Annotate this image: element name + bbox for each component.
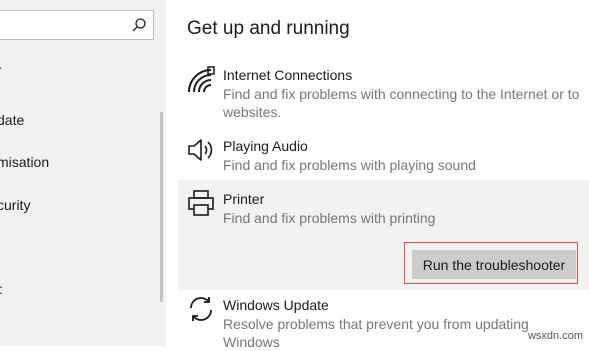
troubleshoot-content: Get up and running Internet Connections … <box>166 0 589 350</box>
item-description: Find and fix problems with connecting to… <box>223 86 580 120</box>
item-title: Printer <box>223 191 265 207</box>
settings-search-input[interactable] <box>0 10 154 40</box>
nav-item-windows-update[interactable]: date <box>0 110 24 130</box>
item-description: Find and fix problems with playing sound <box>223 157 476 173</box>
printer-icon <box>188 190 214 216</box>
item-title: Playing Audio <box>223 138 308 154</box>
nav-item-truncated[interactable]: : <box>0 279 3 299</box>
section-heading: Get up and running <box>187 18 350 39</box>
search-icon[interactable] <box>131 17 147 33</box>
run-troubleshooter-button[interactable]: Run the troubleshooter <box>412 250 576 279</box>
nav-item-windows-security[interactable]: curity <box>0 195 30 215</box>
speaker-icon <box>188 139 213 161</box>
troubleshooter-printer[interactable]: Printer Find and fix problems with print… <box>178 186 586 226</box>
wifi-icon <box>188 66 215 93</box>
item-description: Find and fix problems with printing <box>223 210 436 226</box>
troubleshooter-playing-audio[interactable]: Playing Audio Find and fix problems with… <box>178 133 586 173</box>
nav-item-privacy[interactable]: y <box>0 60 1 80</box>
troubleshooter-internet-connections[interactable]: Internet Connections Find and fix proble… <box>178 62 586 120</box>
watermark: wsxdn.com <box>527 330 583 342</box>
nav-item-delivery-optimisation[interactable]: misation <box>0 152 49 172</box>
troubleshooter-windows-update[interactable]: Windows Update Resolve problems that pre… <box>178 292 586 350</box>
sync-icon <box>190 297 212 321</box>
nav-scrollbar[interactable] <box>160 112 163 302</box>
settings-nav-pane: y date misation curity : <box>0 0 166 346</box>
item-title: Internet Connections <box>223 67 353 83</box>
item-title: Windows Update <box>223 297 329 313</box>
